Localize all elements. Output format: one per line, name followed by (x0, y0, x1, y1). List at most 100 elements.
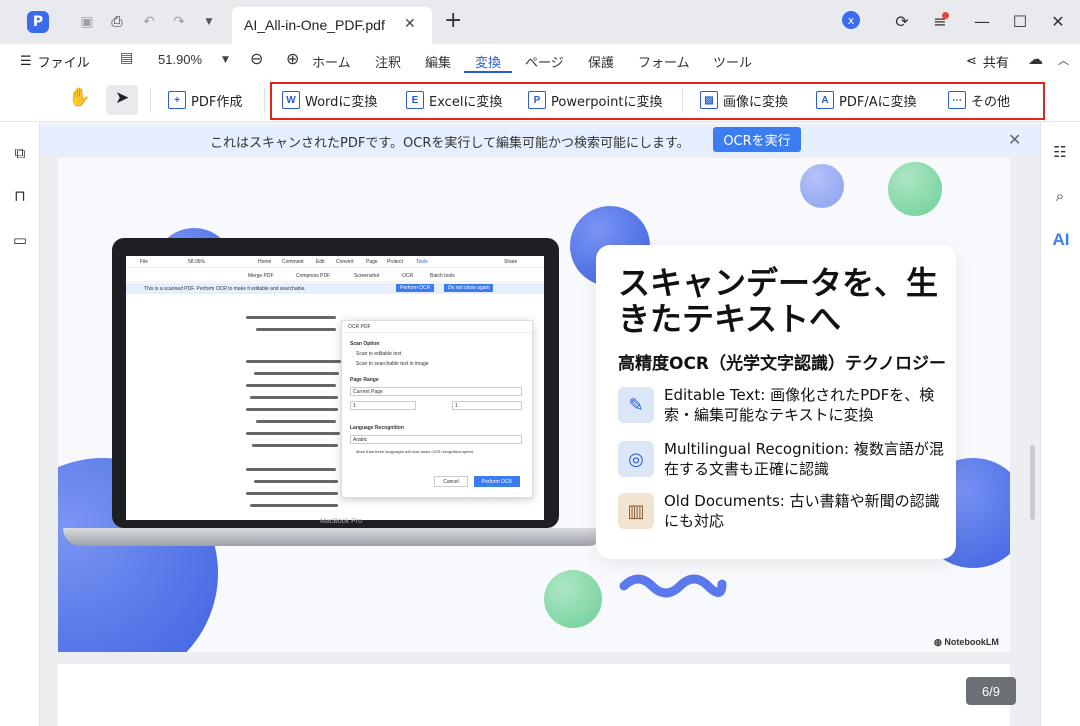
menu-annotate[interactable]: 注釈 (375, 52, 401, 71)
close-banner-icon[interactable]: ✕ (1008, 130, 1021, 149)
feature-text: Editable Text: 画像化されたPDFを、検索・編集可能なテキストに変… (664, 386, 935, 424)
bookmark-icon[interactable]: ⊓ (10, 186, 30, 206)
pdf-page-next[interactable] (58, 664, 1010, 726)
other-conversions-button[interactable]: ⋯ その他 (948, 88, 1010, 112)
minimize-button[interactable]: — (970, 10, 994, 32)
mini-menu-zoom: 58.06% (188, 259, 205, 265)
print-icon[interactable]: ⎙ (108, 13, 126, 31)
decorative-sphere (888, 162, 942, 216)
convert-to-pdfa-button[interactable]: A PDF/Aに変換 (816, 88, 917, 112)
thumbnail-panel-icon[interactable]: ⧉ (10, 143, 30, 163)
menu-tools[interactable]: ツール (713, 52, 752, 71)
menu-edit[interactable]: 編集 (425, 52, 451, 71)
ocr-banner-message: これはスキャンされたPDFです。OCRを実行して編集可能かつ検索可能にします。 (210, 136, 690, 151)
menu-convert[interactable]: 変換 (475, 52, 501, 71)
run-ocr-button[interactable]: OCRを実行 (713, 127, 801, 152)
convert-to-word-label: Wordに変換 (305, 94, 378, 110)
file-menu[interactable]: ☰ ファイル (20, 52, 90, 71)
menu-page[interactable]: ページ (525, 52, 564, 71)
toolbar-divider (150, 88, 151, 112)
hand-tool-icon[interactable]: ✋ (68, 87, 90, 108)
laptop-screen-content: File 58.06% Home Comment Edit Convert Pa… (126, 256, 544, 520)
zoom-out-icon[interactable]: ⊖ (250, 49, 263, 68)
save-icon[interactable]: ▣ (78, 13, 96, 31)
menu-protect[interactable]: 保護 (588, 52, 614, 71)
maximize-button[interactable]: ☐ (1008, 10, 1032, 32)
document-tab[interactable]: AI_All-in-One_PDF.pdf ✕ (232, 7, 432, 44)
zoom-value[interactable]: 51.90% (158, 52, 202, 67)
zoom-dropdown-icon[interactable]: ▼ (222, 55, 229, 65)
mini-opt2: Scan to searchable text in image (356, 361, 429, 367)
cloud-upload-icon[interactable]: ☁ (1028, 50, 1043, 68)
create-pdf-button[interactable]: + PDF作成 (168, 88, 242, 112)
notebooklm-icon: ◍ (934, 637, 945, 647)
convert-to-powerpoint-label: Powerpointに変換 (551, 94, 663, 110)
mini-menu-file: File (140, 259, 149, 265)
mini-opt1: Scan to editable text (356, 351, 402, 357)
mini-perform: Perform OCR (474, 476, 520, 487)
book-icon: ▥ (618, 493, 654, 529)
slide-subtitle: 高精度OCR（光学文字認識）テクノロジー (618, 354, 946, 374)
translate-globe-icon: ◎ (618, 441, 654, 477)
slide-title: スキャンデータを、生きたテキストへ (618, 264, 939, 338)
close-window-button[interactable]: ✕ (1046, 10, 1070, 32)
notebooklm-label: NotebookLM (944, 637, 999, 647)
properties-panel-icon[interactable]: ☷ (1050, 142, 1070, 162)
mini-lang-value: Arabic (353, 437, 368, 443)
pdf-page[interactable]: File 58.06% Home Comment Edit Convert Pa… (58, 158, 1010, 652)
decorative-sphere (800, 164, 844, 208)
mini-page-value: Current Page (353, 389, 383, 395)
right-sidebar (1040, 122, 1080, 726)
close-tab-icon[interactable]: ✕ (404, 16, 416, 32)
vertical-scrollbar[interactable] (1030, 445, 1035, 520)
menu-form[interactable]: フォーム (638, 52, 690, 71)
mini-menu-convert: Convert (336, 259, 354, 265)
new-tab-button[interactable]: + (444, 10, 462, 32)
convert-to-powerpoint-button[interactable]: P Powerpointに変換 (528, 88, 662, 112)
file-menu-label: ファイル (37, 56, 90, 71)
quick-access-dropdown-icon[interactable]: ▼ (200, 13, 218, 31)
convert-to-image-label: 画像に変換 (723, 94, 789, 110)
mini-ocr-banner: This is a scanned PDF. Perform OCR to ma… (144, 286, 306, 292)
mini-menu-edit: Edit (316, 259, 325, 265)
convert-to-word-button[interactable]: W Wordに変換 (282, 88, 377, 112)
pdfa-icon: A (816, 91, 834, 109)
menu-home[interactable]: ホーム (312, 52, 351, 71)
zoom-in-icon[interactable]: ⊕ (286, 49, 299, 68)
mini-menu-share: Share (504, 259, 518, 265)
mini-cancel: Cancel (434, 476, 468, 487)
app-logo-icon[interactable]: P (27, 11, 49, 33)
convert-to-excel-label: Excelに変換 (429, 94, 503, 110)
feature-text: Old Documents: 古い書籍や新聞の認識にも対応 (664, 492, 940, 530)
page-view-icon[interactable]: ▤ (120, 50, 133, 66)
undo-icon[interactable]: ↶ (140, 13, 158, 31)
comment-icon[interactable]: ▭ (10, 230, 30, 250)
convert-to-image-button[interactable]: ▨ 画像に変換 (700, 88, 788, 112)
share-button[interactable]: ⋖ 共有 (966, 52, 1009, 71)
mini-tool-compress: Compress PDF (296, 273, 331, 279)
share-icon: ⋖ (966, 54, 977, 69)
search-icon[interactable]: ⌕ (1050, 186, 1070, 206)
redo-icon[interactable]: ↷ (170, 13, 188, 31)
mini-menu-comment: Comment (282, 259, 304, 265)
mini-menu-page: Page (366, 259, 378, 265)
sync-icon[interactable]: ⟳ (890, 10, 914, 32)
mini-scan-option: Scan Option (350, 341, 380, 347)
powerpoint-icon: P (528, 91, 546, 109)
create-pdf-label: PDF作成 (191, 94, 243, 110)
active-menu-indicator (464, 71, 512, 73)
mini-ocr-dialog: OCR PDF Scan Option Scan to editable tex… (341, 320, 533, 498)
more-dots-icon: ⋯ (948, 91, 966, 109)
mini-menu-home: Home (258, 259, 272, 265)
collapse-toolbar-icon[interactable]: ︿ (1058, 52, 1069, 68)
cursor-arrow-icon: ➤ (115, 88, 130, 108)
notebooklm-logo: ◍ NotebookLM (934, 637, 999, 648)
ai-assistant-icon[interactable]: AI (1048, 230, 1074, 250)
mini-tool-ocr: OCR (402, 273, 414, 279)
decorative-squiggle (619, 574, 727, 598)
account-avatar[interactable]: x (842, 11, 860, 29)
other-conversions-label: その他 (971, 94, 1011, 110)
laptop-brand-label: MacBook Pro (320, 518, 363, 525)
toolbar-divider (682, 88, 683, 112)
convert-to-excel-button[interactable]: E Excelに変換 (406, 88, 502, 112)
